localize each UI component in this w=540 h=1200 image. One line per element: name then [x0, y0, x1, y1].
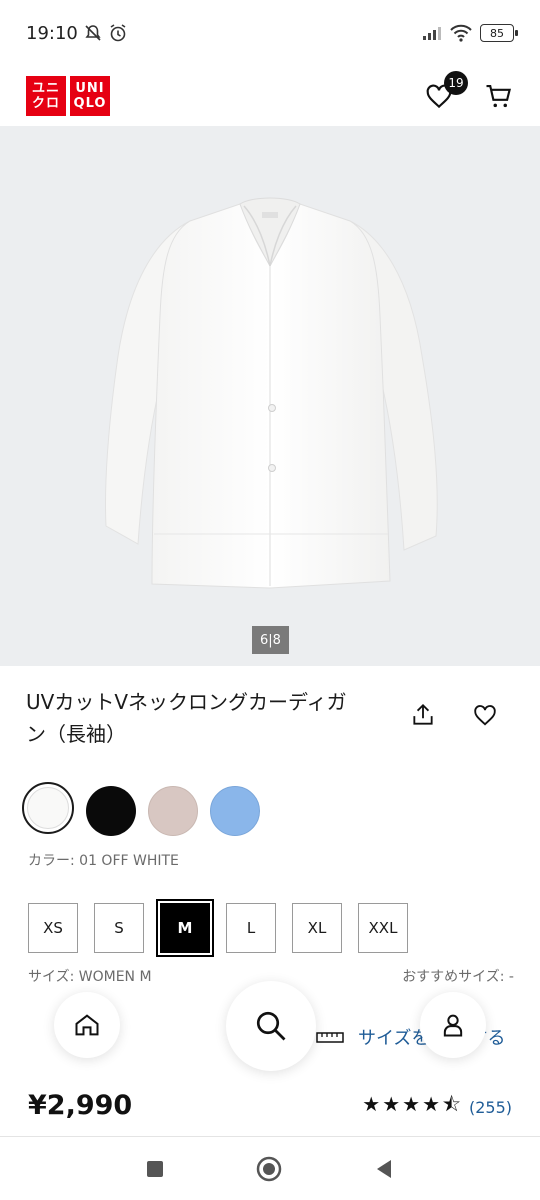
signal-icon: [423, 27, 441, 40]
color-swatch-beige[interactable]: [148, 786, 198, 836]
product-title-line2: ン（長袖）: [26, 722, 126, 746]
share-icon[interactable]: [410, 702, 436, 728]
account-fab[interactable]: [420, 992, 486, 1058]
product-image-gallery[interactable]: 6|8: [0, 126, 540, 666]
favorite-heart-icon[interactable]: [472, 702, 498, 728]
system-nav-bar: [0, 1136, 540, 1200]
cart-icon[interactable]: [484, 81, 514, 111]
logo-latin: UNI QLO: [70, 76, 110, 116]
image-counter: 6|8: [252, 626, 289, 654]
product-title-line1: UVカットVネックロングカーディガ: [26, 690, 347, 714]
home-icon: [75, 1014, 99, 1036]
search-icon: [256, 1011, 286, 1041]
uniqlo-logo[interactable]: ユニ クロ UNI QLO: [26, 76, 110, 116]
color-swatch-off-white[interactable]: [22, 782, 74, 834]
product-title: UVカットVネックロングカーディガ ン（長袖）: [26, 686, 386, 750]
size-option-xs[interactable]: XS: [28, 903, 78, 953]
alarm-icon: [110, 24, 126, 42]
recommended-size: おすすめサイズ: -: [402, 969, 514, 985]
wishlist-count-badge: 19: [444, 71, 468, 95]
home-fab[interactable]: [54, 992, 120, 1058]
search-fab[interactable]: [226, 981, 316, 1071]
color-label: カラー: 01 OFF WHITE: [28, 853, 179, 869]
battery-level: 85: [490, 26, 504, 40]
status-bar: 19:10 85: [0, 0, 540, 66]
wishlist-button[interactable]: 19: [424, 71, 468, 111]
color-swatch-blue[interactable]: [210, 786, 260, 836]
status-time: 19:10: [26, 22, 78, 44]
size-option-xl[interactable]: XL: [292, 903, 342, 953]
size-guide-text: サイズを: [358, 1028, 430, 1049]
size-option-l[interactable]: L: [226, 903, 276, 953]
rating-count[interactable]: (255): [469, 1098, 512, 1117]
cardigan-illustration: [105, 197, 438, 589]
product-price: ¥2,990: [28, 1090, 133, 1121]
color-swatches: [22, 782, 260, 836]
logo-katakana: ユニ クロ: [26, 76, 66, 116]
rating-stars: ★★★★⯪: [362, 1092, 463, 1116]
mute-notification-icon: [85, 25, 101, 41]
size-option-s[interactable]: S: [94, 903, 144, 953]
home-nav-icon[interactable]: [255, 1155, 283, 1183]
ruler-icon: [316, 1032, 344, 1043]
size-option-xxl[interactable]: XXL: [358, 903, 408, 953]
size-selector: XS S M L XL XXL: [28, 899, 408, 957]
color-swatch-black[interactable]: [86, 786, 136, 836]
product-rating[interactable]: ★★★★⯪ (255): [362, 1090, 512, 1124]
size-label: サイズ: WOMEN M: [28, 969, 152, 985]
size-option-m[interactable]: M: [156, 899, 214, 957]
app-header: ユニ クロ UNI QLO 19: [0, 66, 540, 126]
back-icon[interactable]: [373, 1158, 395, 1180]
recent-apps-icon[interactable]: [145, 1159, 165, 1179]
user-icon: [443, 1014, 463, 1037]
wifi-icon: [450, 24, 472, 42]
battery-indicator: 85: [480, 24, 518, 42]
